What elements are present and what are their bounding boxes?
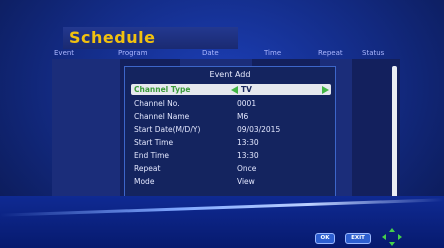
field-value: View bbox=[237, 177, 255, 186]
channel-name-field[interactable]: Channel Name M6 bbox=[131, 111, 331, 122]
column-time: Time bbox=[264, 49, 282, 57]
arrow-up-icon[interactable] bbox=[389, 228, 395, 232]
arrow-left-icon[interactable] bbox=[382, 234, 386, 240]
start-date-field[interactable]: Start Date(M/D/Y) 09/03/2015 bbox=[131, 124, 331, 135]
column-event: Event bbox=[54, 49, 75, 57]
arrow-left-icon[interactable] bbox=[231, 86, 238, 94]
field-label: Channel Name bbox=[134, 112, 190, 121]
footer-wave bbox=[0, 196, 444, 248]
field-label: Start Date(M/D/Y) bbox=[134, 125, 201, 134]
mode-field[interactable]: Mode View bbox=[131, 176, 331, 187]
page-title: Schedule bbox=[69, 28, 156, 47]
column-date: Date bbox=[202, 49, 219, 57]
dialog-title: Event Add bbox=[209, 70, 251, 79]
ok-button[interactable]: OK bbox=[315, 233, 335, 244]
field-value: 0001 bbox=[237, 99, 257, 108]
field-label: Repeat bbox=[134, 164, 161, 173]
column-program: Program bbox=[118, 49, 148, 57]
scrollbar[interactable] bbox=[392, 66, 397, 200]
arrow-down-icon[interactable] bbox=[389, 242, 395, 246]
column-header-row: Event Program Date Time Repeat Status bbox=[52, 48, 392, 59]
repeat-field[interactable]: Repeat Once bbox=[131, 163, 331, 174]
field-label: Mode bbox=[134, 177, 155, 186]
event-add-dialog: Event Add Channel Type TV Channel No. 00… bbox=[124, 66, 336, 202]
field-value: TV bbox=[241, 85, 252, 94]
field-value: 09/03/2015 bbox=[237, 125, 281, 134]
arrow-right-icon[interactable] bbox=[398, 234, 402, 240]
field-value: 13:30 bbox=[237, 138, 259, 147]
end-time-field[interactable]: End Time 13:30 bbox=[131, 150, 331, 161]
start-time-field[interactable]: Start Time 13:30 bbox=[131, 137, 331, 148]
channel-type-field[interactable]: Channel Type TV bbox=[131, 84, 331, 95]
field-label: Start Time bbox=[134, 138, 174, 147]
arrow-keys-icon[interactable] bbox=[382, 228, 402, 246]
field-label: Channel No. bbox=[134, 99, 180, 108]
channel-no-field[interactable]: Channel No. 0001 bbox=[131, 98, 331, 109]
arrow-right-icon[interactable] bbox=[322, 86, 329, 94]
field-value: Once bbox=[237, 164, 257, 173]
column-status: Status bbox=[362, 49, 385, 57]
field-label: Channel Type bbox=[134, 85, 191, 94]
exit-button[interactable]: EXIT bbox=[345, 233, 371, 244]
field-label: End Time bbox=[134, 151, 169, 160]
field-value: M6 bbox=[237, 112, 249, 121]
field-value: 13:30 bbox=[237, 151, 259, 160]
column-repeat: Repeat bbox=[318, 49, 343, 57]
